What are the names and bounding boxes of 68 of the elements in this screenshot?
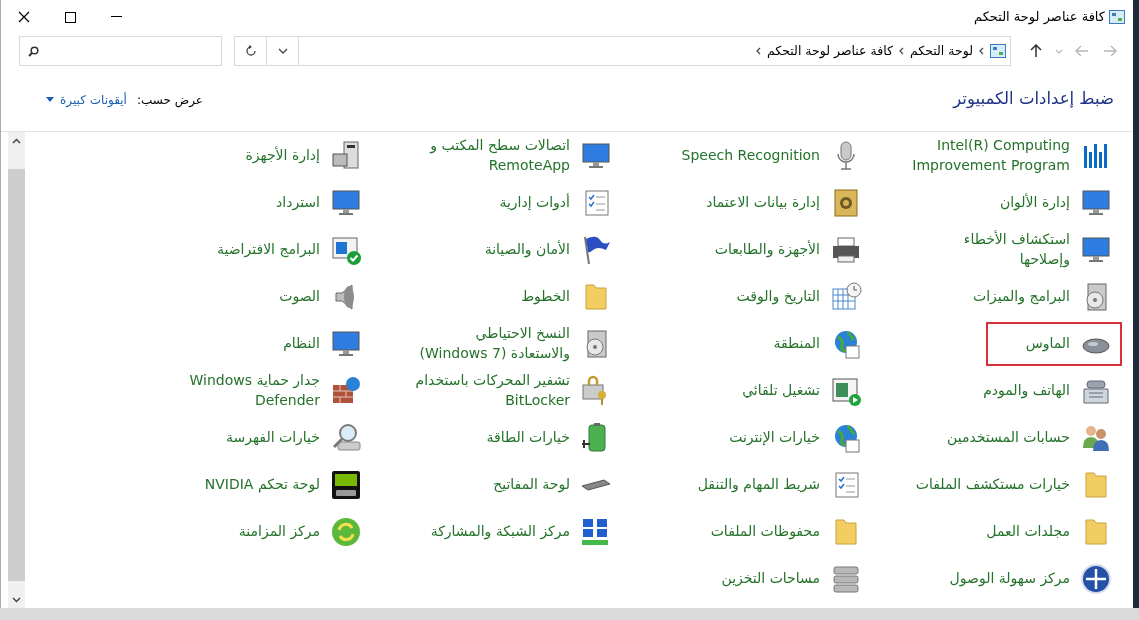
control-panel-link[interactable]: خيارات مستكشف الملفات: [875, 462, 1122, 507]
control-panel-link[interactable]: اتصالات سطح المكتب و RemoteApp: [372, 132, 622, 182]
control-panel-link[interactable]: Intel(R) Computing Improvement Program: [872, 132, 1122, 182]
control-panel-link[interactable]: البرامج والميزات: [933, 274, 1122, 319]
control-panel-icon: [990, 44, 1006, 58]
chevron-icon: [899, 47, 904, 55]
graphics-card-icon: [330, 468, 362, 501]
control-panel-link[interactable]: التاريخ والوقت: [696, 274, 872, 319]
control-panel-link[interactable]: خيارات الإنترنت: [689, 415, 872, 460]
control-panel-icon: [1109, 10, 1125, 24]
control-panel-link[interactable]: الصوت: [239, 274, 372, 319]
chevron-icon: [756, 47, 762, 55]
control-panel-link[interactable]: مجلدات العمل: [946, 509, 1122, 554]
magnifier-icon: [330, 421, 362, 454]
back-arrow-icon: [1103, 45, 1117, 57]
computer-icon: [330, 139, 362, 172]
forward-arrow-icon: [1075, 45, 1089, 57]
calendar-icon: [830, 280, 862, 313]
control-panel-link[interactable]: تشغيل تلقائي: [702, 368, 872, 413]
chevron-down-icon: [277, 48, 288, 54]
control-panel-link[interactable]: الهاتف والمودم: [943, 368, 1122, 413]
chevron-icon: [979, 47, 984, 55]
control-panel-link[interactable]: جدار حماية Windows Defender: [122, 364, 372, 417]
control-panel-link[interactable]: حسابات المستخدمين: [907, 415, 1122, 460]
keyboard-icon: [581, 478, 611, 491]
control-panel-link[interactable]: الأجهزة والطابعات: [674, 227, 872, 272]
control-panel-link[interactable]: مركز الشبكة والمشاركة: [390, 509, 622, 554]
up-arrow-icon: [1030, 44, 1042, 58]
control-panel-link[interactable]: المنطقة: [733, 321, 872, 366]
control-panel-link[interactable]: إدارة بيانات الاعتماد: [666, 180, 872, 225]
window-title: كافة عناصر لوحة التحكم: [974, 8, 1105, 27]
control-panel-link[interactable]: مركز المزامنة: [198, 509, 372, 554]
control-panel-link[interactable]: Speech Recognition: [641, 133, 872, 178]
control-panel-link[interactable]: الماوس: [985, 321, 1122, 366]
search-icon: [28, 45, 39, 57]
control-panel-link[interactable]: محفوظات الملفات: [670, 509, 872, 554]
control-panel-link[interactable]: إدارة الألوان: [959, 180, 1122, 225]
control-panel-link[interactable]: البرامج الافتراضية: [177, 227, 372, 272]
maximize-icon: [64, 11, 76, 23]
address-bar[interactable]: لوحة التحكم كافة عناصر لوحة التحكم: [234, 36, 1011, 66]
view-by-label: عرض حسب:: [136, 91, 203, 109]
control-panel-link[interactable]: الأمان والصيانة: [444, 227, 622, 272]
scroll-up-icon[interactable]: [12, 137, 21, 144]
control-panel-link[interactable]: لوحة المفاتيح: [453, 468, 622, 501]
close-icon: [18, 11, 30, 23]
control-panel-link[interactable]: شريط المهام والتنقل: [657, 462, 872, 507]
breadcrumb-link[interactable]: لوحة التحكم: [910, 41, 973, 61]
control-panel-link[interactable]: النظام: [243, 321, 372, 366]
page-heading: ضبط إعدادات الكمبيوتر: [953, 88, 1114, 111]
control-panel-link[interactable]: إدارة الأجهزة: [205, 133, 372, 178]
search-field[interactable]: [19, 36, 222, 66]
control-panel-link[interactable]: استرداد: [236, 180, 372, 225]
control-panel-link[interactable]: استكشاف الأخطاء وإصلاحها: [872, 223, 1122, 276]
control-panel-link[interactable]: خيارات الطاقة: [446, 415, 622, 460]
chevron-down-icon: [1055, 48, 1063, 54]
control-panel-link[interactable]: الخطوط: [481, 274, 622, 319]
breadcrumb-link[interactable]: كافة عناصر لوحة التحكم: [767, 41, 893, 61]
caret-down-icon: [46, 97, 54, 102]
view-by-dropdown[interactable]: أيقونات كبيرة: [46, 90, 127, 109]
sync-icon: [330, 515, 362, 548]
control-panel-link[interactable]: لوحة تحكم NVIDIA: [164, 462, 372, 507]
scroll-down-icon[interactable]: [12, 596, 21, 603]
minimize-icon: [110, 16, 122, 18]
control-panel-link[interactable]: أدوات إدارية: [459, 180, 622, 225]
control-panel-link[interactable]: مركز سهولة الوصول: [909, 556, 1122, 601]
control-panel-link[interactable]: خيارات الفهرسة: [185, 415, 372, 460]
refresh-icon: [244, 45, 257, 57]
control-panel-link[interactable]: مساحات التخزين: [681, 556, 872, 601]
